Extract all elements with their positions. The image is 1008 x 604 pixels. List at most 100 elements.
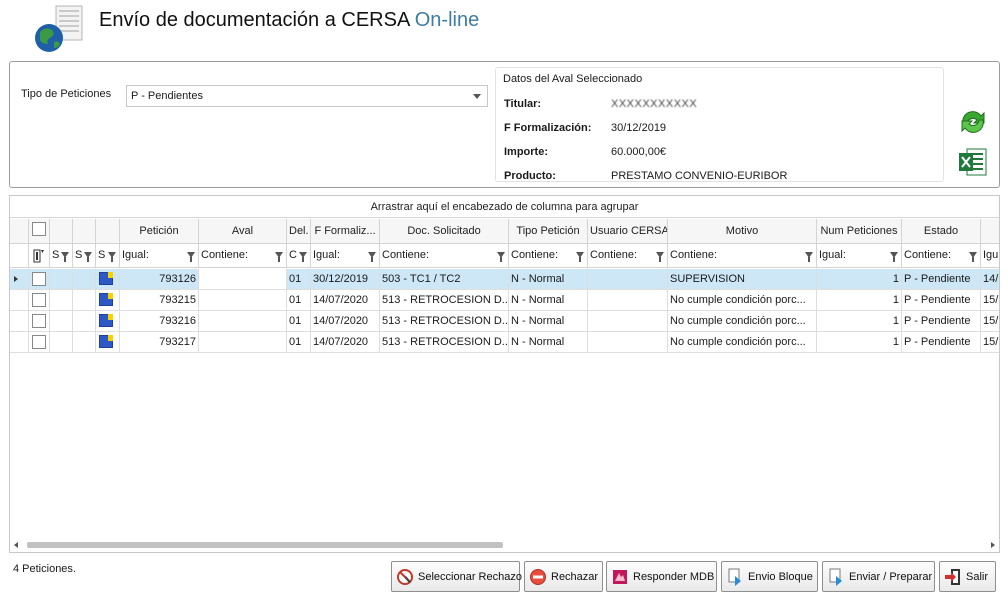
row-checkbox[interactable] bbox=[32, 272, 46, 286]
header-col-motivo[interactable]: Motivo bbox=[668, 219, 817, 243]
filter-selection-cell[interactable] bbox=[29, 244, 50, 267]
scrollbar-thumb[interactable] bbox=[27, 542, 503, 548]
filter-icon[interactable] bbox=[84, 252, 92, 262]
filter-col-tipo[interactable]: Contiene: bbox=[509, 244, 588, 267]
row-checkbox[interactable] bbox=[32, 314, 46, 328]
filter-col-usuario[interactable]: Contiene: bbox=[588, 244, 668, 267]
row-s1-cell bbox=[50, 332, 73, 352]
filter-col-fecha[interactable]: Igual: bbox=[311, 244, 380, 267]
header-col-s1[interactable] bbox=[50, 219, 73, 243]
row-usuario bbox=[588, 269, 668, 289]
filter-col-motivo[interactable]: Contiene: bbox=[668, 244, 817, 267]
filter-usuario-text: Contiene: bbox=[590, 249, 638, 261]
filter-col-num[interactable]: Igual: bbox=[817, 244, 902, 267]
filter-col-doc[interactable]: Contiene: bbox=[380, 244, 509, 267]
filter-icon[interactable] bbox=[576, 252, 584, 262]
header-col-estado[interactable]: Estado bbox=[902, 219, 981, 243]
filter-col-s3[interactable]: S bbox=[96, 244, 120, 267]
row-del: 01 bbox=[287, 290, 311, 310]
filter-s2-text: S bbox=[75, 249, 83, 261]
row-checkbox[interactable] bbox=[32, 293, 46, 307]
filter-col-s1[interactable]: S bbox=[50, 244, 73, 267]
grid-header-row: Petición Aval Del. F Formaliz... Doc. So… bbox=[10, 219, 999, 244]
row-usuario bbox=[588, 311, 668, 331]
filter-col-s2[interactable]: S bbox=[73, 244, 96, 267]
rechazar-button[interactable]: Rechazar bbox=[524, 561, 603, 592]
column-chooser-icon[interactable] bbox=[33, 249, 45, 263]
filter-col-aval[interactable]: Contiene: bbox=[199, 244, 287, 267]
row-s1-cell bbox=[50, 269, 73, 289]
table-row[interactable]: 793126 01 30/12/2019 503 - TC1 / TC2 N -… bbox=[10, 269, 999, 290]
row-checkbox[interactable] bbox=[32, 335, 46, 349]
scroll-left-icon[interactable] bbox=[14, 542, 18, 548]
filter-extra-text: Igu bbox=[983, 249, 999, 261]
refresh-icon[interactable] bbox=[957, 106, 989, 138]
header-col-num[interactable]: Num Peticiones bbox=[817, 219, 902, 243]
header-indicator-cell bbox=[10, 219, 29, 243]
row-del: 01 bbox=[287, 332, 311, 352]
envio-bloque-button[interactable]: Envio Bloque bbox=[721, 561, 818, 592]
filter-icon[interactable] bbox=[61, 252, 69, 262]
row-tipo: N - Normal bbox=[509, 269, 588, 289]
filter-icon[interactable] bbox=[497, 252, 505, 262]
filter-icon[interactable] bbox=[890, 252, 898, 262]
page-title: Envío de documentación a CERSA On-line bbox=[99, 9, 480, 31]
tipo-peticiones-select[interactable]: P - Pendientes bbox=[126, 85, 488, 107]
filter-icon[interactable] bbox=[969, 252, 977, 262]
exit-icon bbox=[945, 569, 960, 585]
row-motivo: No cumple condición porc... bbox=[668, 311, 817, 331]
header-col-del[interactable]: Del. bbox=[287, 219, 311, 243]
filter-icon[interactable] bbox=[299, 252, 307, 262]
filter-col-estado[interactable]: Contiene: bbox=[902, 244, 981, 267]
filter-icon[interactable] bbox=[368, 252, 376, 262]
filter-estado-text: Contiene: bbox=[904, 249, 952, 261]
filter-icon[interactable] bbox=[805, 252, 813, 262]
header-col-fecha[interactable]: F Formaliz... bbox=[311, 219, 380, 243]
header-col-peticion[interactable]: Petición bbox=[120, 219, 199, 243]
row-fecha: 14/07/2020 bbox=[311, 290, 380, 310]
enviar-preparar-label: Enviar / Preparar bbox=[849, 570, 933, 583]
select-all-checkbox[interactable] bbox=[32, 222, 46, 236]
header-col-s3[interactable] bbox=[96, 219, 120, 243]
header-col-tipo[interactable]: Tipo Petición bbox=[509, 219, 588, 243]
header-col-usuario[interactable]: Usuario CERSA bbox=[588, 219, 668, 243]
filter-icon[interactable] bbox=[656, 252, 664, 262]
horizontal-scrollbar[interactable] bbox=[10, 538, 999, 552]
row-num: 1 bbox=[817, 269, 902, 289]
tipo-peticiones-value: P - Pendientes bbox=[131, 90, 203, 102]
header-col-extra[interactable] bbox=[981, 219, 999, 243]
row-aval bbox=[199, 269, 287, 289]
row-motivo: No cumple condición porc... bbox=[668, 332, 817, 352]
seleccionar-rechazo-button[interactable]: Seleccionar Rechazo bbox=[391, 561, 522, 592]
responder-mdb-button[interactable]: Responder MDB bbox=[606, 561, 717, 592]
filter-icon[interactable] bbox=[108, 252, 116, 262]
row-select-cell bbox=[29, 311, 50, 331]
table-row[interactable]: 793216 01 14/07/2020 513 - RETROCESION D… bbox=[10, 311, 999, 332]
aval-info-title: Datos del Aval Seleccionado bbox=[503, 73, 643, 85]
filter-motivo-text: Contiene: bbox=[670, 249, 718, 261]
filter-col-peticion[interactable]: Igual: bbox=[120, 244, 199, 267]
enviar-preparar-button[interactable]: Enviar / Preparar bbox=[822, 561, 935, 592]
header-col-aval[interactable]: Aval bbox=[199, 219, 287, 243]
salir-button[interactable]: Salir bbox=[939, 561, 996, 592]
filter-col-del[interactable]: C bbox=[287, 244, 311, 267]
page-title-accent: On-line bbox=[414, 9, 480, 31]
row-doc: 513 - RETROCESION D... bbox=[380, 290, 509, 310]
excel-icon[interactable] bbox=[957, 146, 989, 178]
row-motivo: SUPERVISION bbox=[668, 269, 817, 289]
scroll-right-icon[interactable] bbox=[991, 542, 995, 548]
table-row[interactable]: 793215 01 14/07/2020 513 - RETROCESION D… bbox=[10, 290, 999, 311]
group-by-panel[interactable]: Arrastrar aquí el encabezado de columna … bbox=[10, 196, 999, 218]
header-col-doc[interactable]: Doc. Solicitado bbox=[380, 219, 509, 243]
envio-bloque-icon bbox=[728, 568, 741, 586]
filter-col-extra[interactable]: Igu bbox=[981, 244, 999, 267]
filter-icon[interactable] bbox=[275, 252, 283, 262]
filter-peticion-text: Igual: bbox=[122, 249, 149, 261]
filter-icon[interactable] bbox=[187, 252, 195, 262]
row-estado: P - Pendiente bbox=[902, 332, 981, 352]
table-row[interactable]: 793217 01 14/07/2020 513 - RETROCESION D… bbox=[10, 332, 999, 353]
row-num: 1 bbox=[817, 290, 902, 310]
filter-fecha-text: Igual: bbox=[313, 249, 340, 261]
row-tipo: N - Normal bbox=[509, 290, 588, 310]
header-col-s2[interactable] bbox=[73, 219, 96, 243]
